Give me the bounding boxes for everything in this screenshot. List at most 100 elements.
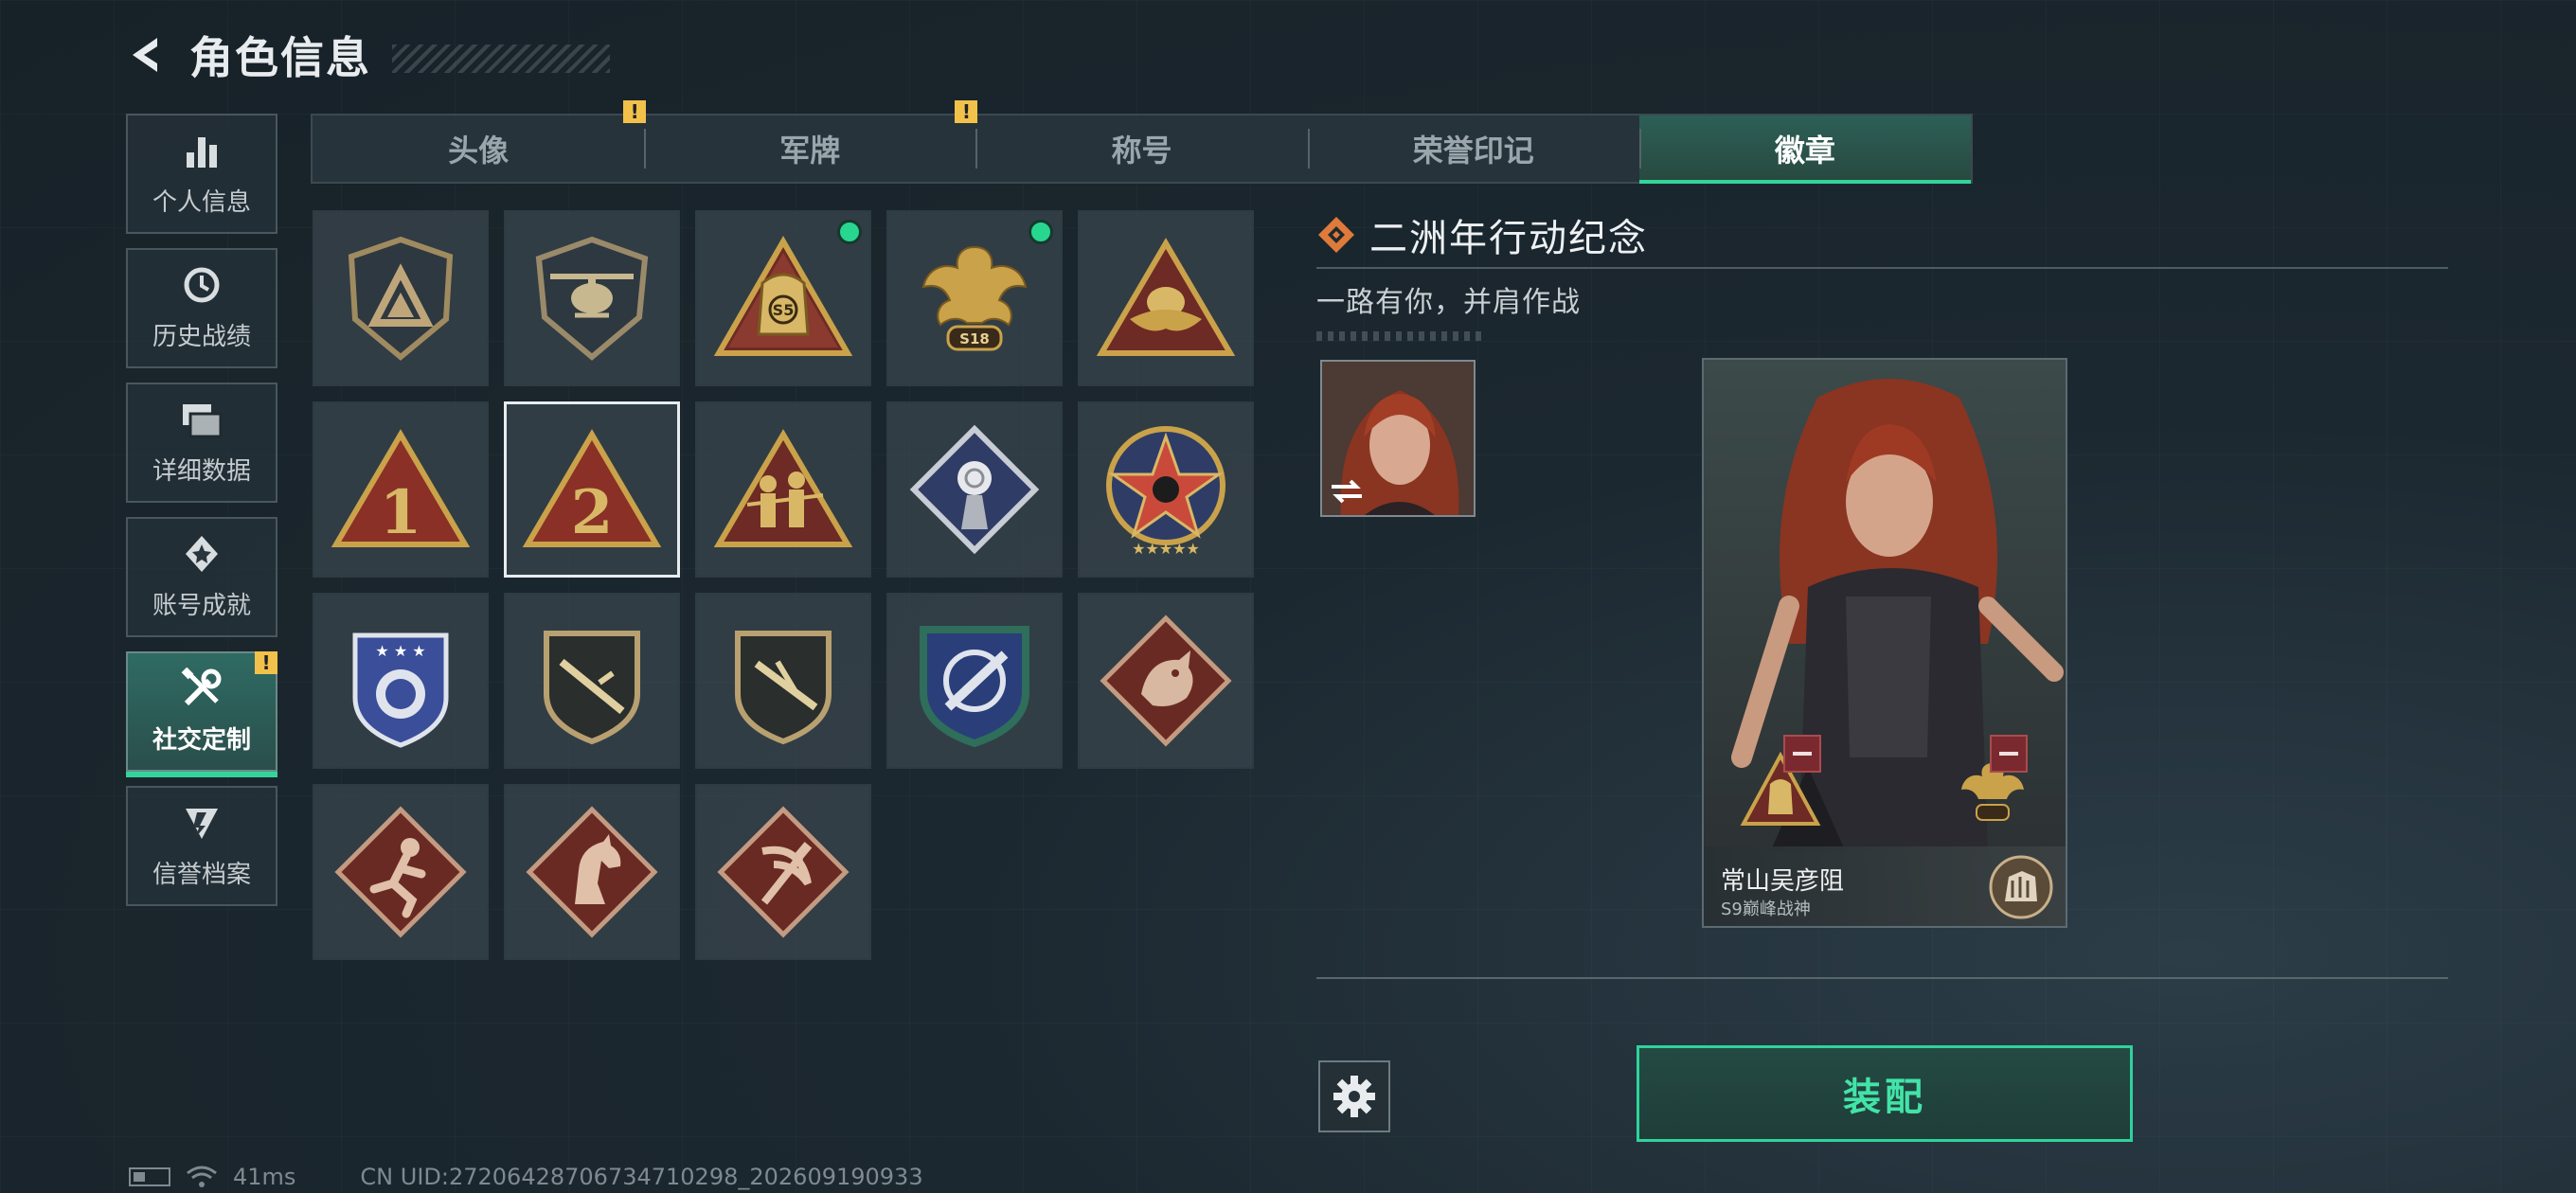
panel-bottom-divider (1316, 977, 2448, 979)
wrench-screwdriver-icon (181, 668, 223, 709)
sidebar-item-details[interactable]: 详细数据 (126, 383, 277, 503)
sidebar-item-label: 个人信息 (152, 188, 251, 217)
tab-honor-mark[interactable]: 荣誉印记 (1307, 116, 1639, 182)
tab-label: 头像 (448, 133, 510, 169)
alert-badge: ! (255, 651, 277, 674)
player-uid: CN UID:27206428706734710298_202609190933 (360, 1164, 923, 1190)
s5-bag-badge-icon: S5 (713, 235, 853, 356)
settings-button[interactable] (1318, 1060, 1390, 1132)
svg-text:★★★★★: ★★★★★ (1132, 540, 1200, 558)
back-arrow-icon (133, 38, 157, 72)
badge-cell[interactable] (1078, 593, 1254, 769)
folders-icon (181, 399, 223, 440)
sidebar-item-history[interactable]: 历史战绩 (126, 248, 277, 368)
history-clock-icon (181, 264, 223, 306)
tab-label: 称号 (1111, 133, 1172, 169)
badge-title: 二洲年行动纪念 (1369, 217, 1648, 260)
battery-icon (129, 1167, 170, 1186)
shield-triangle-badge-icon (348, 236, 454, 361)
star-skull-badge-icon: ★★★★★ (1106, 426, 1225, 558)
badge-cell[interactable] (695, 593, 871, 769)
sidebar-item-achievements[interactable]: 账号成就 (126, 517, 277, 637)
badge-cell-selected[interactable]: 2 (504, 401, 680, 578)
page-title: 角色信息 (189, 32, 371, 83)
tab-label: 荣誉印记 (1412, 133, 1534, 169)
sidebar-item-personal-info[interactable]: 个人信息 (126, 114, 277, 234)
badge-detail-panel: 二洲年行动纪念 一路有你，并肩作战 常山吴彦阻 S9巅峰战神 (1316, 208, 2448, 979)
rifle-badge-icon (735, 631, 832, 745)
new-indicator (1029, 220, 1053, 244)
badge-description: 一路有你，并肩作战 (1316, 286, 1581, 319)
badge-cell[interactable]: ★★★★★ (1078, 401, 1254, 578)
tab-badge[interactable]: 徽章 (1638, 116, 1972, 184)
svg-text:★ ★ ★: ★ ★ ★ (375, 642, 425, 660)
character-name: 常山吴彦阻 (1721, 867, 1845, 896)
bar-chart-icon (181, 130, 223, 171)
badge-cell[interactable] (313, 210, 489, 386)
number-2-badge-icon: 2 (522, 429, 662, 548)
status-bar: 41ms CN UID:27206428706734710298_2026091… (129, 1163, 923, 1191)
tab-avatar[interactable]: 头像 ! (313, 100, 647, 182)
equip-button[interactable]: 装配 (1637, 1045, 2133, 1142)
tab-label: 徽章 (1774, 133, 1835, 169)
s18-eagle-badge-icon: S18 (921, 245, 1028, 351)
soldiers-badge-icon (713, 429, 853, 547)
helicopter-badge-icon (535, 236, 649, 361)
gear-icon (1333, 1076, 1375, 1117)
rose-badge-icon (909, 424, 1040, 555)
badge-cell[interactable] (886, 401, 1063, 578)
minus-icon (1793, 752, 1812, 756)
runner-badge-icon (334, 806, 467, 938)
minus-icon (1999, 752, 2018, 756)
description-decoration (1316, 331, 1487, 341)
achievement-icon (181, 533, 223, 575)
character-card-preview: 常山吴彦阻 S9巅峰战神 (1702, 358, 2067, 928)
remove-badge-left-button[interactable] (1783, 735, 1821, 773)
character-rank-title: S9巅峰战神 (1721, 899, 1811, 919)
title-decoration (392, 45, 610, 73)
badge-cell[interactable] (886, 593, 1063, 769)
ping-value: 41ms (233, 1164, 296, 1190)
back-button[interactable] (123, 32, 169, 78)
diamond-title-icon (1318, 217, 1354, 253)
svg-text:1: 1 (380, 477, 422, 548)
sidebar-item-label: 社交定制 (152, 726, 251, 755)
badge-cell[interactable] (313, 784, 489, 960)
badge-cell[interactable]: 1 (313, 401, 489, 578)
rank-emblem-icon (1989, 855, 2053, 919)
badge-cell[interactable] (695, 401, 871, 578)
badge-cell[interactable]: S5 (695, 210, 871, 386)
badge-cell[interactable]: ★ ★ ★ (313, 593, 489, 769)
sidebar-item-label: 信誉档案 (152, 861, 251, 889)
rifle-badge-icon (544, 631, 640, 745)
new-indicator (837, 220, 862, 244)
badge-cell[interactable] (504, 593, 680, 769)
hammer-sickle-badge-icon (717, 806, 850, 938)
egg-nest-badge-icon (1096, 238, 1236, 356)
badge-cell[interactable] (504, 210, 680, 386)
badge-cell[interactable] (695, 784, 871, 960)
remove-badge-right-button[interactable] (1990, 735, 2028, 773)
svg-text:2: 2 (571, 477, 614, 548)
number-1-badge-icon: 1 (331, 429, 471, 548)
tab-dog-tag[interactable]: 军牌 ! (644, 100, 978, 182)
reputation-icon (181, 802, 223, 844)
swap-icon (1332, 479, 1362, 504)
tab-title[interactable]: 称号 (975, 116, 1307, 182)
sidebar-item-social-custom[interactable]: ! 社交定制 (126, 651, 277, 777)
sidebar-item-reputation[interactable]: 信誉档案 (126, 786, 277, 906)
badge-cell[interactable]: S18 (886, 210, 1063, 386)
dragon-badge-icon (1100, 614, 1232, 747)
badge-cell[interactable] (1078, 210, 1254, 386)
svg-text:S5: S5 (773, 301, 795, 319)
tab-label: 军牌 (779, 133, 841, 169)
character-card-art (1704, 360, 2066, 926)
crosshair-knife-badge-icon (920, 626, 1029, 748)
card-footer: 常山吴彦阻 S9巅峰战神 (1704, 846, 2066, 926)
alert-badge: ! (955, 100, 978, 123)
character-avatar-thumbnail[interactable] (1320, 360, 1476, 517)
page-header: 角色信息 (123, 27, 610, 83)
sidebar-item-label: 历史战绩 (152, 323, 251, 351)
sidebar: 个人信息 历史战绩 详细数据 账号成就 ! 社交定制 信誉档案 (126, 114, 277, 920)
badge-cell[interactable] (504, 784, 680, 960)
